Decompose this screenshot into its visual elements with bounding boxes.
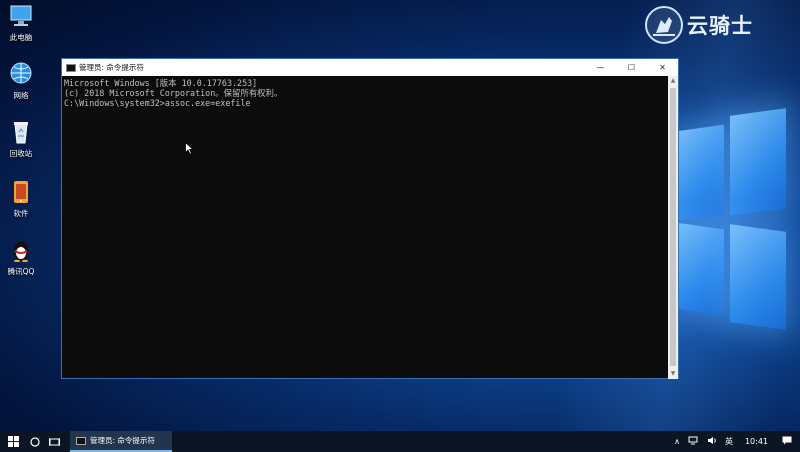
search-button[interactable] [26, 431, 44, 452]
command-prompt-window[interactable]: 管理员: 命令提示符 — ☐ ✕ Microsoft Windows [版本 1… [61, 58, 679, 379]
scroll-up-icon[interactable]: ▲ [668, 76, 678, 86]
system-tray: ∧ 英 10:41 [670, 431, 800, 452]
desktop-icon-label: 此电脑 [9, 33, 33, 42]
taskbar-item-command-prompt[interactable]: 管理员: 命令提示符 [70, 431, 172, 452]
knight-logo-icon [645, 6, 683, 44]
taskbar: 管理员: 命令提示符 ∧ 英 10:41 [0, 431, 800, 452]
maximize-button[interactable]: ☐ [616, 59, 647, 76]
wallpaper-windows-logo [676, 108, 786, 330]
cmd-app-icon [76, 436, 86, 445]
vertical-scrollbar[interactable]: ▲ ▼ [668, 76, 678, 379]
show-hidden-icons-button[interactable]: ∧ [670, 437, 684, 446]
software-icon [8, 180, 34, 204]
brand-name: 云骑士 [687, 14, 753, 38]
close-button[interactable]: ✕ [647, 59, 678, 76]
action-center-button[interactable] [778, 436, 800, 447]
network-status-icon[interactable] [684, 436, 703, 447]
brand-logo: 云骑士 [645, 6, 753, 44]
network-icon [8, 62, 34, 86]
desktop-icon-label: 网络 [13, 91, 29, 100]
cortana-circle-icon [30, 436, 40, 447]
scrollbar-thumb[interactable] [670, 88, 676, 366]
cmd-app-icon [66, 63, 76, 72]
scroll-down-icon[interactable]: ▼ [668, 369, 678, 379]
mouse-cursor-icon [185, 142, 194, 155]
console-line: Microsoft Windows [版本 10.0.17763.253] [64, 78, 258, 88]
clock[interactable]: 10:41 [737, 437, 778, 446]
windows-start-icon [7, 436, 19, 447]
volume-icon[interactable] [703, 436, 721, 447]
desktop-icon-this-pc[interactable]: 此电脑 [0, 4, 42, 43]
console-line: (c) 2018 Microsoft Corporation。保留所有权利。 [64, 88, 283, 98]
desktop-icon-software[interactable]: 软件 [0, 180, 42, 219]
computer-icon [8, 4, 34, 28]
desktop-icon-label: 回收站 [9, 149, 33, 158]
taskbar-item-label: 管理员: 命令提示符 [90, 436, 155, 445]
desktop-icon-label: 软件 [13, 209, 29, 218]
recycle-bin-icon [8, 120, 34, 144]
notification-icon [782, 436, 792, 445]
desktop-icon-label: 腾讯QQ [7, 267, 35, 276]
console-output[interactable]: Microsoft Windows [版本 10.0.17763.253] (c… [62, 76, 678, 379]
start-button[interactable] [0, 431, 26, 452]
desktop-icon-qq[interactable]: 腾讯QQ [0, 238, 42, 277]
qq-penguin-icon [8, 238, 34, 263]
task-view-icon [48, 437, 60, 446]
desktop-icon-recycle-bin[interactable]: 回收站 [0, 120, 42, 159]
task-view-button[interactable] [44, 431, 64, 452]
desktop-icon-network[interactable]: 网络 [0, 62, 42, 101]
minimize-button[interactable]: — [585, 59, 616, 76]
console-line: C:\Windows\system32>assoc.exe=exefile [64, 98, 251, 108]
window-title: 管理员: 命令提示符 [79, 63, 144, 72]
input-language-indicator[interactable]: 英 [721, 436, 737, 447]
window-titlebar[interactable]: 管理员: 命令提示符 — ☐ ✕ [62, 59, 678, 76]
